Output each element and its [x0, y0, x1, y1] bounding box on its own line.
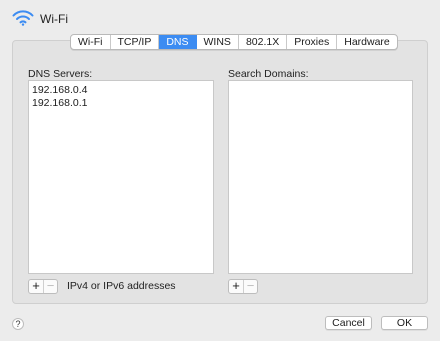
tab-bar: Wi-Fi TCP/IP DNS WINS 802.1X Proxies Har… — [70, 34, 398, 50]
tab-wifi[interactable]: Wi-Fi — [71, 35, 111, 49]
tab-wins[interactable]: WINS — [197, 35, 239, 49]
window-title: Wi-Fi — [40, 12, 68, 26]
dns-add-remove-control: + − — [28, 279, 58, 294]
list-item[interactable]: 192.168.0.4 — [29, 84, 213, 97]
dns-hint: IPv4 or IPv6 addresses — [67, 280, 176, 292]
tab-8021x[interactable]: 802.1X — [239, 35, 288, 49]
tab-tcpip[interactable]: TCP/IP — [111, 35, 160, 49]
remove-dns-button[interactable]: − — [43, 280, 57, 293]
tab-proxies[interactable]: Proxies — [287, 35, 338, 49]
help-button[interactable]: ? — [12, 318, 24, 330]
dns-servers-list[interactable]: 192.168.0.4 192.168.0.1 — [28, 80, 214, 274]
tab-dns[interactable]: DNS — [159, 35, 197, 49]
list-item[interactable]: 192.168.0.1 — [29, 97, 213, 110]
dns-servers-label: DNS Servers: — [28, 68, 93, 80]
search-add-remove-control: + − — [228, 279, 258, 294]
search-domains-label: Search Domains: — [228, 68, 309, 80]
cancel-button[interactable]: Cancel — [325, 316, 372, 330]
wifi-icon — [12, 10, 34, 26]
ok-button[interactable]: OK — [381, 316, 428, 330]
remove-search-domain-button[interactable]: − — [243, 280, 257, 293]
add-search-domain-button[interactable]: + — [229, 280, 243, 293]
search-domains-list[interactable] — [228, 80, 413, 274]
add-dns-button[interactable]: + — [29, 280, 43, 293]
tab-hardware[interactable]: Hardware — [337, 35, 397, 49]
